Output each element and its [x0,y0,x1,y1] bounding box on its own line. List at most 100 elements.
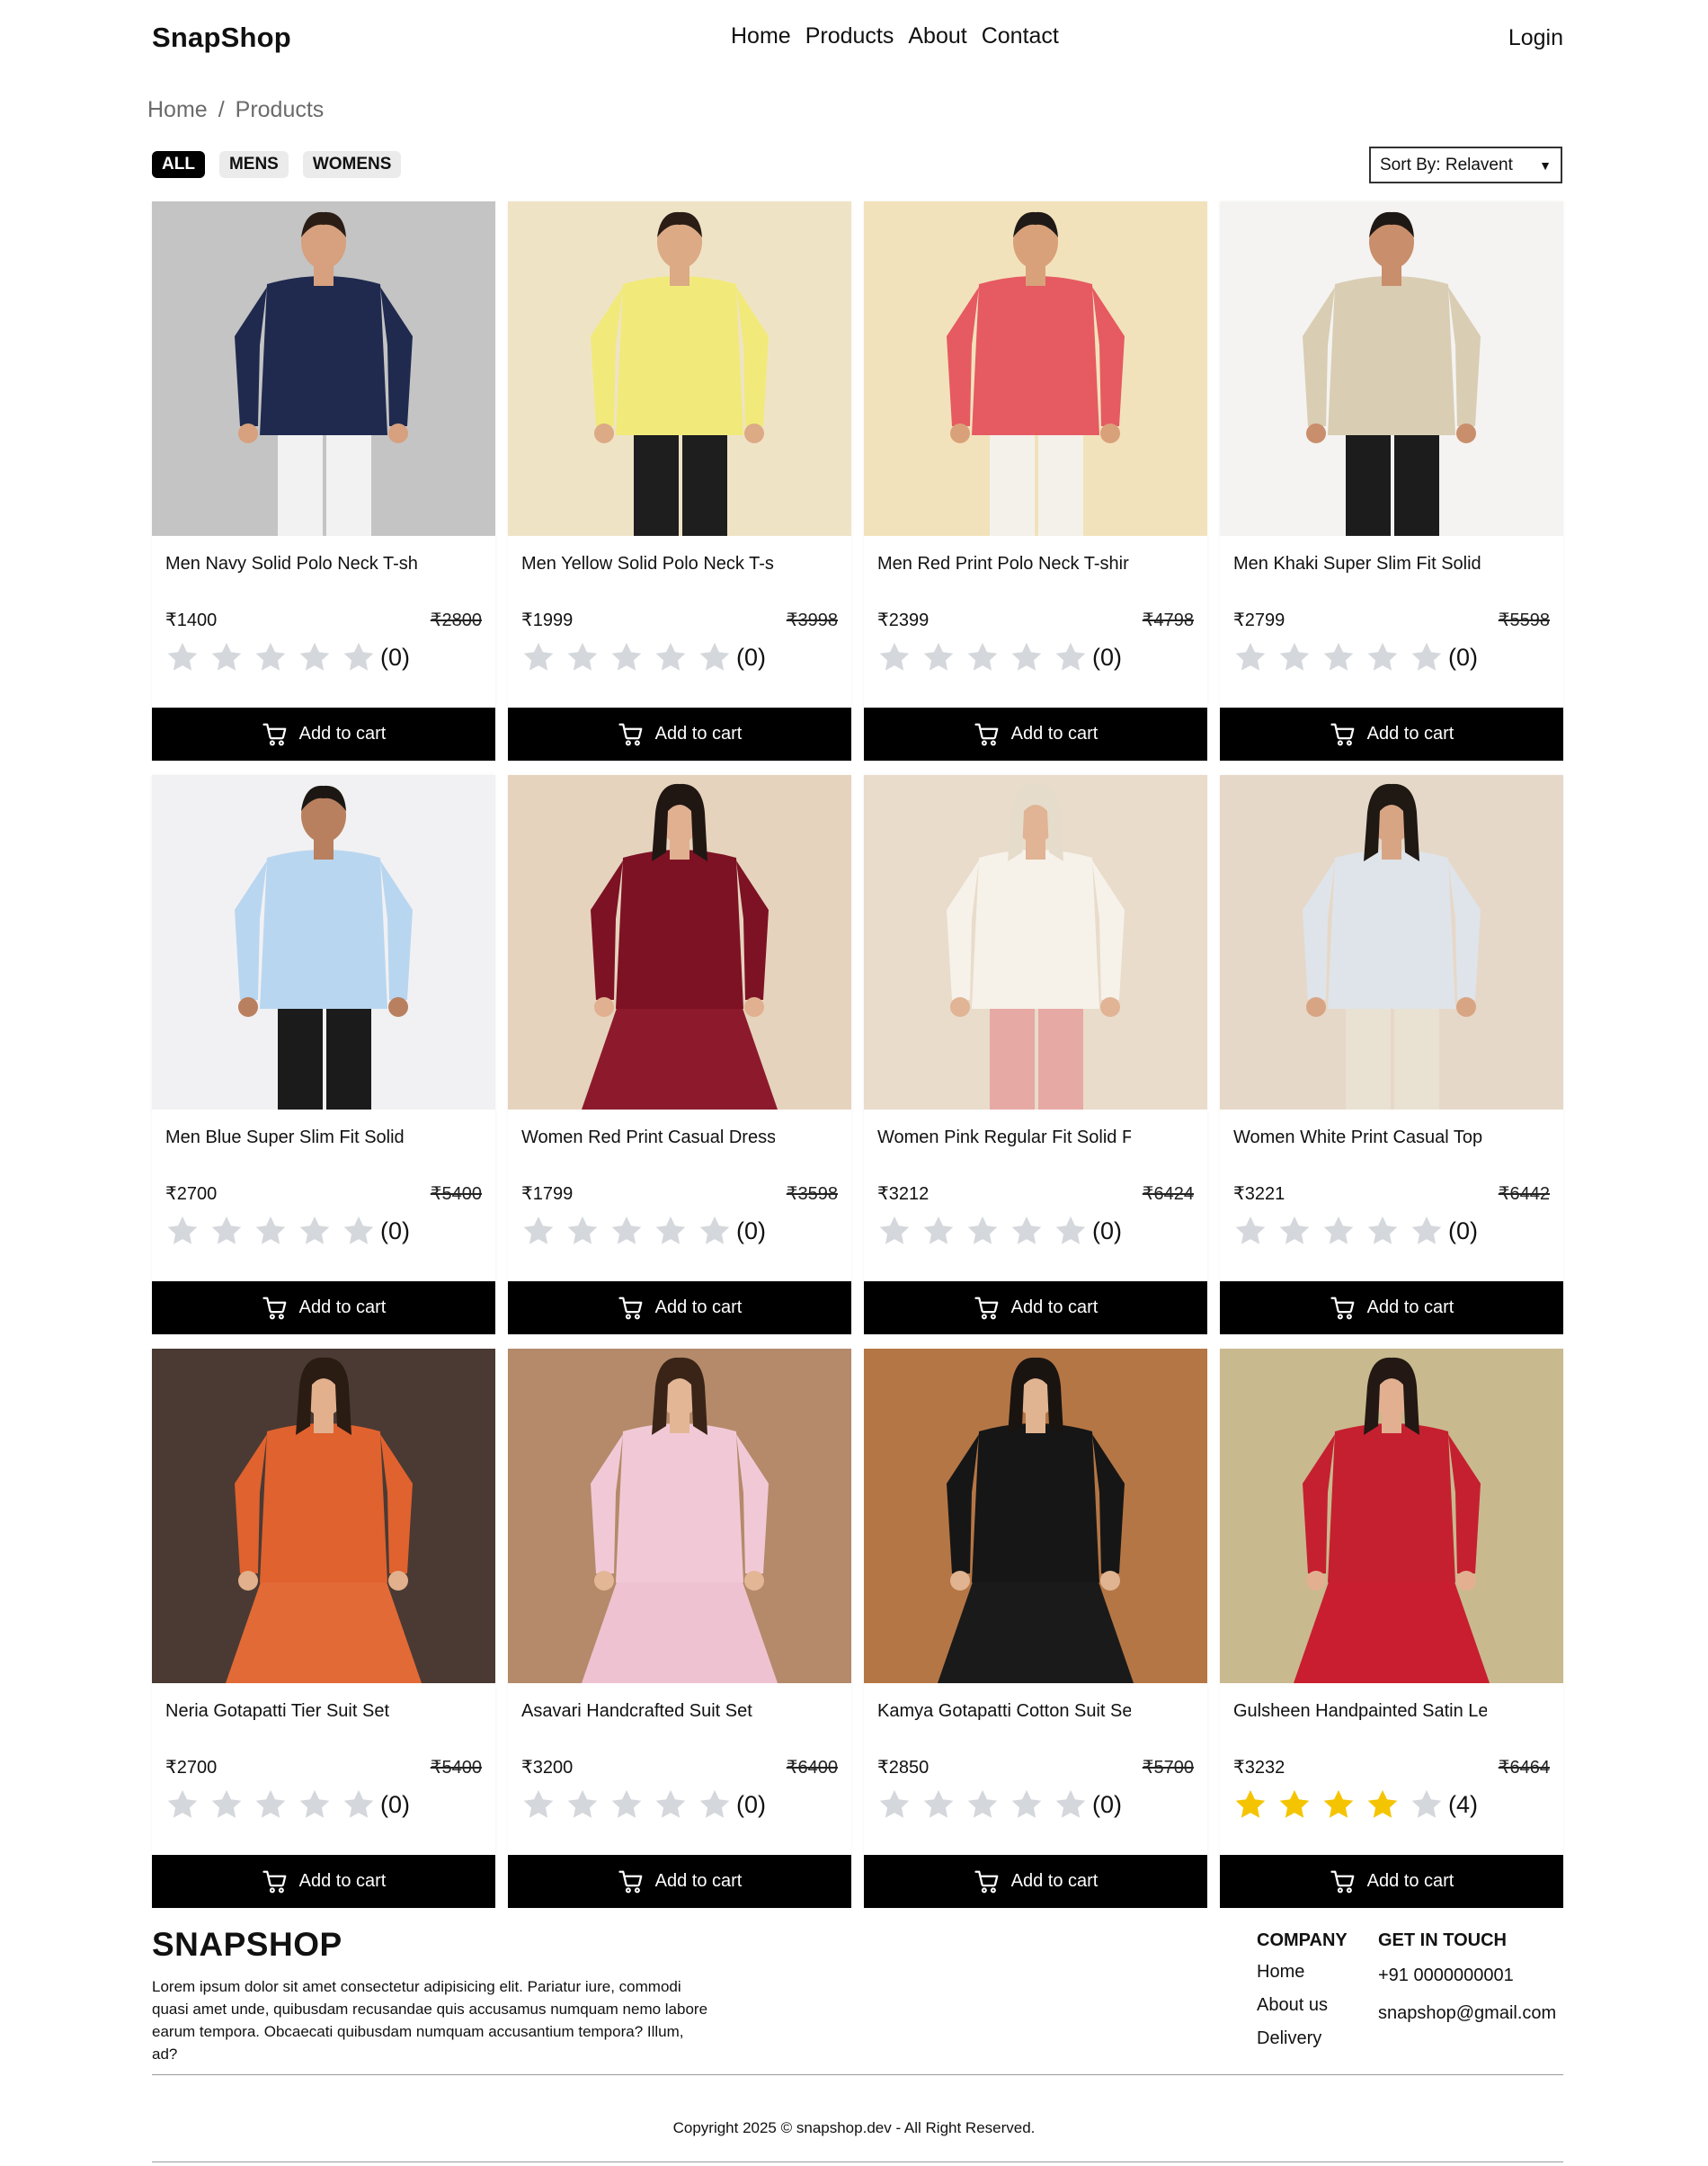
product-card[interactable]: Women White Print Casual Top ₹3221 ₹6442… [1220,775,1563,1334]
product-original-price: ₹3598 [786,1184,838,1204]
product-image[interactable] [1220,1349,1563,1683]
nav-home[interactable]: Home [731,23,791,49]
nav-products[interactable]: Products [805,23,894,49]
product-title[interactable]: Men Blue Super Slim Fit Solid [165,1128,419,1148]
star-empty-icon [699,642,730,671]
star-empty-icon [567,642,598,671]
product-card[interactable]: Women Red Print Casual Dress ₹1799 ₹3598… [508,775,851,1334]
product-price: ₹1400 [165,611,218,630]
product-card[interactable]: Men Khaki Super Slim Fit Solid ₹2799 ₹55… [1220,201,1563,761]
product-title[interactable]: Gulsheen Handpainted Satin Leh [1233,1701,1487,1722]
add-to-cart-button[interactable]: Add to cart [152,1855,495,1908]
breadcrumb-home[interactable]: Home [147,97,208,123]
product-image[interactable] [864,775,1207,1110]
footer-email[interactable]: snapshop@gmail.com [1378,2003,1556,2024]
footer-link-home[interactable]: Home [1257,1962,1348,1983]
add-to-cart-button[interactable]: Add to cart [508,1855,851,1908]
star-empty-icon [167,642,198,671]
product-title[interactable]: Men Navy Solid Polo Neck T-shi [165,554,419,575]
rating-count: (0) [1448,643,1478,671]
rating-count: (0) [380,1790,410,1818]
product-card[interactable]: Asavari Handcrafted Suit Set ₹3200 ₹6400… [508,1349,851,1908]
star-empty-icon [523,642,554,671]
footer-link-delivery[interactable]: Delivery [1257,2028,1348,2049]
add-to-cart-button[interactable]: Add to cart [152,1281,495,1334]
price-row: ₹1999 ₹3998 [521,609,838,631]
filter-mens[interactable]: MENS [218,151,289,178]
sort-select[interactable]: Sort By: Relavent ▼ [1369,147,1562,183]
product-image[interactable] [508,775,851,1110]
star-empty-icon [1011,642,1042,671]
product-card[interactable]: Women Pink Regular Fit Solid F ₹3212 ₹64… [864,775,1207,1334]
category-filters: ALL MENS WOMENS [152,151,1563,178]
add-to-cart-label: Add to cart [654,1297,743,1317]
filter-womens[interactable]: WOMENS [302,151,402,178]
product-title[interactable]: Men Red Print Polo Neck T-shir [877,554,1131,575]
product-image[interactable] [864,1349,1207,1683]
add-to-cart-label: Add to cart [1366,1871,1454,1891]
product-card[interactable]: Men Yellow Solid Polo Neck T-s ₹1999 ₹39… [508,201,851,761]
star-empty-icon [879,1789,910,1818]
product-title[interactable]: Kamya Gotapatti Cotton Suit Se [877,1701,1131,1722]
product-title[interactable]: Neria Gotapatti Tier Suit Set [165,1701,419,1722]
star-empty-icon [1323,642,1354,671]
add-to-cart-button[interactable]: Add to cart [864,1281,1207,1334]
product-image[interactable] [864,201,1207,536]
product-card[interactable]: Gulsheen Handpainted Satin Leh ₹3232 ₹64… [1220,1349,1563,1908]
product-photo [864,1349,1207,1683]
product-title[interactable]: Women Red Print Casual Dress [521,1128,775,1148]
product-card[interactable]: Men Blue Super Slim Fit Solid ₹2700 ₹540… [152,775,495,1334]
product-price: ₹2850 [877,1758,930,1778]
rating-count: (0) [380,643,410,671]
product-title[interactable]: Men Khaki Super Slim Fit Solid [1233,554,1487,575]
product-image[interactable] [152,1349,495,1683]
login-link[interactable]: Login [1508,25,1563,51]
footer-link-about[interactable]: About us [1257,1995,1348,2016]
product-title[interactable]: Women White Print Casual Top [1233,1128,1487,1148]
product-title[interactable]: Asavari Handcrafted Suit Set [521,1701,775,1722]
product-rating: (0) [877,640,1194,674]
nav-contact[interactable]: Contact [982,23,1059,49]
add-to-cart-button[interactable]: Add to cart [152,708,495,761]
rating-count: (0) [1448,1217,1478,1244]
product-card[interactable]: Men Navy Solid Polo Neck T-shi ₹1400 ₹28… [152,201,495,761]
product-info: Gulsheen Handpainted Satin Leh ₹3232 ₹64… [1220,1683,1563,1855]
add-to-cart-button[interactable]: Add to cart [864,708,1207,761]
product-image[interactable] [152,775,495,1110]
product-photo [152,201,495,536]
product-image[interactable] [1220,201,1563,536]
add-to-cart-button[interactable]: Add to cart [1220,1281,1563,1334]
star-empty-icon [1411,1216,1442,1244]
star-empty-icon [211,642,242,671]
product-title[interactable]: Men Yellow Solid Polo Neck T-s [521,554,775,575]
main-nav: Home Products About Contact [731,23,1059,49]
product-card[interactable]: Kamya Gotapatti Cotton Suit Se ₹2850 ₹57… [864,1349,1207,1908]
footer-divider [152,2074,1563,2075]
add-to-cart-button[interactable]: Add to cart [508,1281,851,1334]
star-empty-icon [655,642,686,671]
add-to-cart-label: Add to cart [298,724,387,744]
product-card[interactable]: Neria Gotapatti Tier Suit Set ₹2700 ₹540… [152,1349,495,1908]
product-grid: Men Navy Solid Polo Neck T-shi ₹1400 ₹28… [152,201,1563,1908]
footer-contact: GET IN TOUCH +91 0000000001 snapshop@gma… [1378,1930,1556,2041]
add-to-cart-button[interactable]: Add to cart [864,1855,1207,1908]
filter-all[interactable]: ALL [152,151,205,178]
product-image[interactable] [1220,775,1563,1110]
add-to-cart-button[interactable]: Add to cart [508,708,851,761]
star-empty-icon [523,1789,554,1818]
star-empty-icon [255,1789,286,1818]
add-to-cart-button[interactable]: Add to cart [1220,708,1563,761]
product-title[interactable]: Women Pink Regular Fit Solid F [877,1128,1131,1148]
add-to-cart-button[interactable]: Add to cart [1220,1855,1563,1908]
product-image[interactable] [508,1349,851,1683]
product-image[interactable] [508,201,851,536]
star-filled-icon [1279,1789,1310,1818]
product-price: ₹2799 [1233,611,1285,630]
product-image[interactable] [152,201,495,536]
brand-logo[interactable]: SnapShop [152,22,291,54]
star-empty-icon [1055,1789,1086,1818]
price-row: ₹3221 ₹6442 [1233,1182,1550,1205]
star-empty-icon [1279,642,1310,671]
nav-about[interactable]: About [908,23,966,49]
product-card[interactable]: Men Red Print Polo Neck T-shir ₹2399 ₹47… [864,201,1207,761]
